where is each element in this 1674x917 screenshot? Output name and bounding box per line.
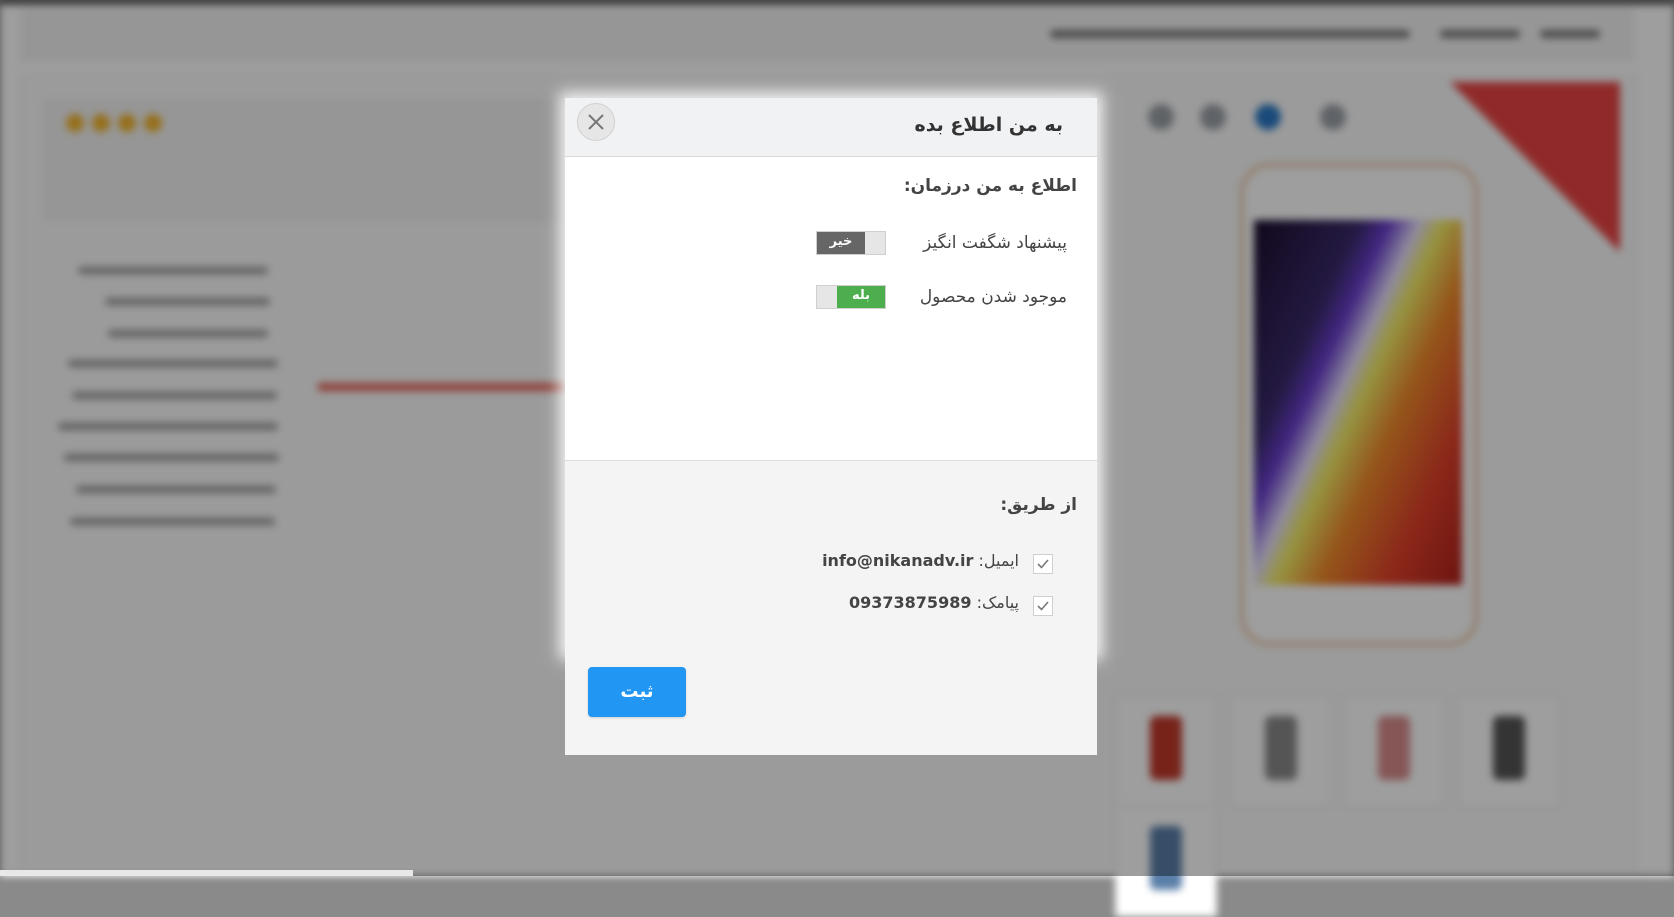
bottom-strip	[0, 870, 413, 876]
notify-when-heading: اطلاع به من درزمان:	[903, 176, 1077, 196]
sms-label-text: پیامک:	[976, 593, 1019, 612]
submit-button[interactable]: ثبت	[588, 667, 686, 717]
email-label: ایمیل: info@nikanadv.ir	[822, 551, 1019, 570]
email-checkbox[interactable]	[1033, 554, 1053, 574]
sms-value: 09373875989	[849, 593, 972, 612]
toggle-knob	[865, 232, 885, 254]
email-value: info@nikanadv.ir	[822, 551, 974, 570]
sms-checkbox[interactable]	[1033, 596, 1053, 616]
dialog-title: به من اطلاع بده	[914, 114, 1063, 136]
back-in-stock-toggle[interactable]: بله	[816, 285, 886, 309]
checkmark-icon	[1037, 601, 1049, 611]
notify-me-dialog: به من اطلاع بده اطلاع به من درزمان: پیشن…	[565, 98, 1097, 755]
toggle-knob	[817, 286, 837, 308]
toggle-state-text: خیر	[817, 232, 865, 254]
close-button[interactable]	[577, 103, 615, 141]
toggle-state-text: بله	[837, 286, 885, 308]
checkmark-icon	[1037, 559, 1049, 569]
amazing-offer-label: پیشنهاد شگفت انگیز	[923, 233, 1067, 253]
back-in-stock-label: موجود شدن محصول	[919, 287, 1067, 307]
amazing-offer-toggle[interactable]: خیر	[816, 231, 886, 255]
notify-when-section: اطلاع به من درزمان: پیشنهاد شگفت انگیز خ…	[565, 157, 1097, 460]
dialog-header: به من اطلاع بده	[565, 98, 1097, 157]
close-icon	[588, 114, 604, 130]
sms-label: پیامک: 09373875989	[849, 593, 1019, 612]
email-channel-row: ایمیل: info@nikanadv.ir	[653, 551, 1053, 576]
notify-via-section: از طریق: ایمیل: info@nikanadv.ir پیامک: …	[565, 460, 1097, 755]
email-label-text: ایمیل:	[978, 551, 1019, 570]
sms-channel-row: پیامک: 09373875989	[653, 593, 1053, 618]
notify-via-heading: از طریق:	[1000, 495, 1077, 515]
